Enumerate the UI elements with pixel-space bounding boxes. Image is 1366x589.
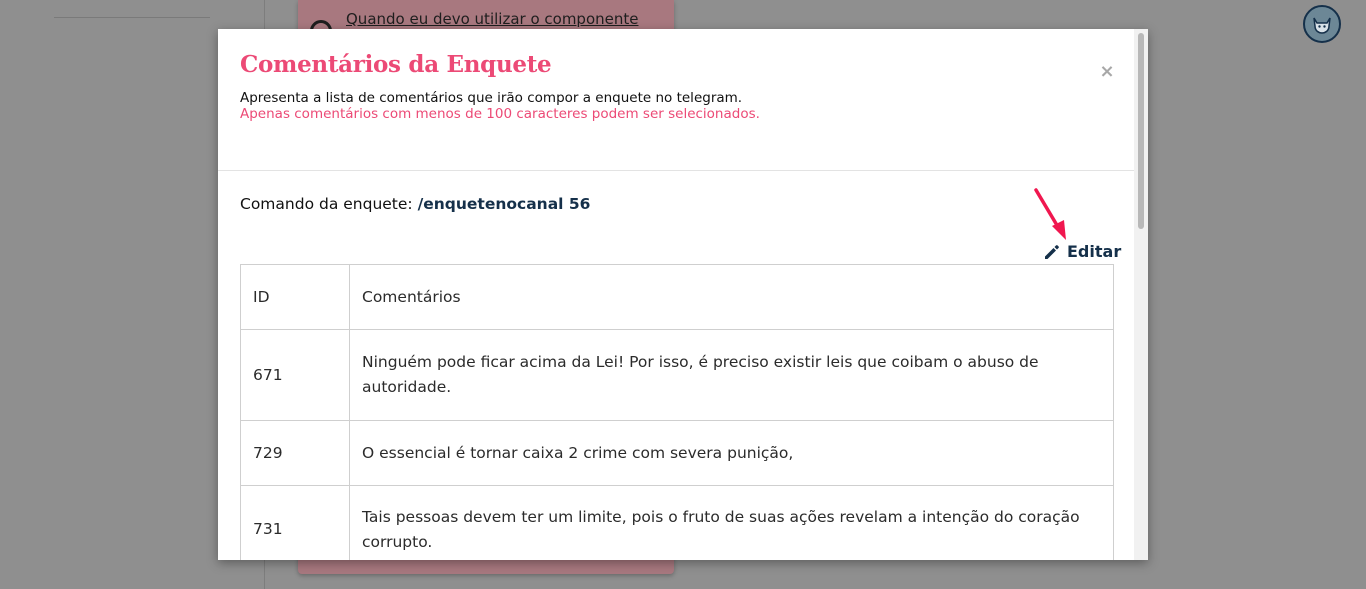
column-header-id: ID (240, 264, 350, 330)
edit-button[interactable]: Editar (1043, 242, 1121, 261)
modal-note: Apenas comentários com menos de 100 cara… (240, 106, 760, 122)
red-arrow-icon (1034, 188, 1066, 240)
modal-description: Apresenta a lista de comentários que irã… (240, 90, 743, 106)
cat-avatar-icon (1303, 5, 1341, 43)
modal-body: Comando da enquete: /enquetenocanal 56 E… (218, 172, 1134, 560)
table-row[interactable]: 731 Tais pessoas devem ter um limite, po… (240, 485, 1114, 560)
comments-modal: Comentários da Enquete Apresenta a lista… (218, 29, 1148, 560)
cell-comment: Ninguém pode ficar acima da Lei! Por iss… (349, 329, 1114, 421)
table-row[interactable]: 671 Ninguém pode ficar acima da Lei! Por… (240, 329, 1114, 421)
cell-comment: Tais pessoas devem ter um limite, pois o… (349, 485, 1114, 560)
pencil-icon (1045, 244, 1059, 259)
close-icon[interactable]: × (1097, 62, 1117, 82)
table-header-row: ID Comentários (240, 264, 1114, 330)
cell-id: 671 (240, 329, 350, 421)
command-value: /enquetenocanal 56 (417, 195, 591, 213)
edit-label: Editar (1067, 242, 1122, 261)
command-label: Comando da enquete: (240, 195, 413, 213)
cell-id: 731 (240, 485, 350, 560)
modal-title: Comentários da Enquete (240, 51, 552, 78)
sidebar-divider (54, 17, 210, 18)
cell-comment: O essencial é tornar caixa 2 crime com s… (349, 420, 1114, 486)
modal-scrollbar-thumb[interactable] (1138, 33, 1144, 229)
modal-header: Comentários da Enquete Apresenta a lista… (218, 29, 1134, 171)
background-card-link: Quando eu devo utilizar o componente (346, 10, 639, 28)
comments-table: ID Comentários 671 Ninguém pode ficar ac… (240, 264, 1114, 560)
cell-id: 729 (240, 420, 350, 486)
command-line: Comando da enquete: /enquetenocanal 56 (240, 195, 590, 213)
table-row[interactable]: 729 O essencial é tornar caixa 2 crime c… (240, 420, 1114, 486)
column-header-comments: Comentários (349, 264, 1114, 330)
